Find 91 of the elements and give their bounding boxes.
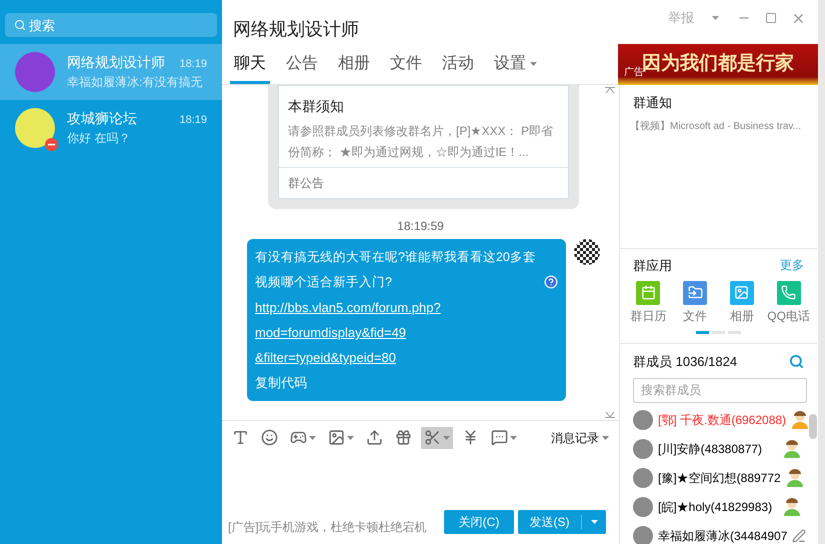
- app-item[interactable]: 文件: [672, 280, 718, 324]
- member-row[interactable]: 幸福如履薄冰(34484907: [633, 522, 804, 544]
- scrollbar-thumb[interactable]: [809, 414, 817, 439]
- report-button[interactable]: 举报: [668, 8, 694, 28]
- message-link[interactable]: mod=forumdisplay&fid=49: [255, 325, 406, 340]
- avatar: [15, 52, 55, 92]
- chat-name: 攻城狮论坛: [67, 109, 137, 128]
- copy-code-link[interactable]: 复制代码: [255, 375, 307, 390]
- search-icon: [14, 19, 26, 31]
- scroll-down-icon[interactable]: [605, 412, 615, 418]
- upload-icon: [366, 429, 383, 446]
- person-icon: [783, 440, 801, 458]
- help-icon: [544, 275, 558, 289]
- members-heading: 群成员 1036/1824: [633, 353, 738, 371]
- tab[interactable]: 相册: [334, 46, 374, 84]
- chat-name: 网络规划设计师: [67, 53, 165, 72]
- caret-icon: [347, 436, 354, 440]
- toolbar-button[interactable]: [421, 426, 453, 448]
- close-button[interactable]: 关闭(C): [444, 510, 514, 534]
- more-link[interactable]: 更多: [780, 256, 804, 276]
- caret-icon: [530, 62, 537, 66]
- edit-icon[interactable]: [792, 529, 806, 543]
- gamepad-icon: [290, 429, 307, 446]
- member-name: [豫]★空间幻想(889772: [658, 470, 781, 487]
- member-row[interactable]: [川]安静(48380877): [633, 434, 804, 464]
- ad-text[interactable]: [广告]玩手机游戏，杜绝卡顿杜绝宕机: [228, 518, 440, 536]
- member-row[interactable]: [鄂] 千夜.数通(6962088): [633, 406, 804, 434]
- member-name: [鄂] 千夜.数通(6962088): [658, 412, 786, 429]
- banner-text: 因为我们都是行家: [642, 52, 794, 74]
- member-name: 幸福如履薄冰(34484907: [658, 528, 788, 544]
- caret-icon: [712, 16, 719, 20]
- notice-footer: 群公告: [279, 167, 568, 198]
- scroll-up-icon[interactable]: [605, 87, 615, 93]
- member-avatar: [633, 468, 653, 488]
- smiley-icon: [261, 429, 278, 446]
- chat-preview: 你好 在吗？: [67, 130, 132, 147]
- send-button[interactable]: 发送(S): [518, 510, 606, 534]
- maximize-icon[interactable]: [765, 12, 777, 24]
- apps-heading: 群应用: [633, 257, 672, 275]
- member-name: [川]安静(48380877): [658, 441, 764, 458]
- notice-body: 请参照群成员列表修改群名片，[P]★XXX： P即省份简称； ★即为通过网规，☆即为通过IE！...: [287, 123, 554, 161]
- chat-bubble-icon: [491, 429, 508, 446]
- search-icon[interactable]: [789, 354, 804, 370]
- history-button[interactable]: 消息记录: [551, 428, 609, 446]
- message-link[interactable]: http://bbs.vlan5.com/forum.php?: [255, 300, 441, 315]
- notice-card[interactable]: 本群须知 请参照群成员列表修改群名片，[P]★XXX： P即省份简称； ★即为通过网规，☆即为通过IE！... 群公告: [278, 85, 569, 199]
- member-avatar: [633, 497, 653, 517]
- notice-item[interactable]: 【视频】Microsoft ad - Business trav...: [630, 118, 801, 134]
- chat-time: 18:19: [179, 113, 207, 128]
- avatar: [15, 108, 55, 148]
- caret-icon: [309, 436, 316, 440]
- member-row[interactable]: [皖]★holy(41829983): [633, 492, 804, 522]
- member-avatar: [633, 439, 653, 459]
- chat-list-item[interactable]: 攻城狮论坛 18:19 你好 在吗？: [0, 100, 222, 156]
- search-field[interactable]: 搜索: [5, 13, 217, 37]
- message-time: 18:19:59: [397, 218, 444, 235]
- member-avatar: [633, 526, 653, 544]
- tab[interactable]: 聊天: [230, 46, 270, 84]
- picture-icon: [328, 429, 345, 446]
- person-icon: [791, 411, 810, 429]
- chat-time: 18:19: [179, 57, 207, 72]
- caret-icon: [590, 520, 598, 524]
- person-icon: [786, 469, 804, 487]
- chat-list-item[interactable]: 网络规划设计师 18:19 幸福如履薄冰:有没有搞无: [0, 44, 222, 100]
- font-icon: [232, 429, 249, 446]
- app-item[interactable]: QQ电话: [765, 280, 812, 324]
- caret-icon: [510, 436, 517, 440]
- app-item[interactable]: 群日历: [625, 280, 672, 324]
- tab[interactable]: 设置: [490, 46, 541, 84]
- gift-icon: [395, 429, 412, 446]
- app-item[interactable]: 相册: [718, 280, 766, 324]
- message-text: 有没有搞无线的大哥在呢?谁能帮我看看这20多套视频哪个适合新手入门?: [255, 249, 537, 291]
- person-icon: [783, 498, 801, 516]
- chat-preview: 幸福如履薄冰:有没有搞无: [67, 74, 204, 91]
- member-row[interactable]: [豫]★空间幻想(889772: [633, 464, 804, 492]
- member-name: [皖]★holy(41829983): [658, 499, 774, 516]
- member-avatar: [633, 410, 653, 430]
- page-indicator[interactable]: [696, 330, 709, 334]
- message-link[interactable]: &filter=typeid&typeid=80: [255, 350, 396, 365]
- caret-icon: [602, 436, 609, 440]
- qr-avatar: [574, 239, 600, 265]
- tab[interactable]: 文件: [386, 46, 426, 84]
- tab[interactable]: 活动: [438, 46, 478, 84]
- scissors-icon: [424, 429, 441, 446]
- member-search-field[interactable]: 搜索群成员: [633, 378, 807, 402]
- tab[interactable]: 公告: [282, 46, 322, 84]
- notice-title: 本群须知: [287, 97, 345, 116]
- window-title: 网络规划设计师: [232, 18, 360, 41]
- ad-tag: 广告: [624, 65, 644, 80]
- caret-icon: [443, 436, 450, 440]
- notice-heading: 群通知: [632, 94, 673, 112]
